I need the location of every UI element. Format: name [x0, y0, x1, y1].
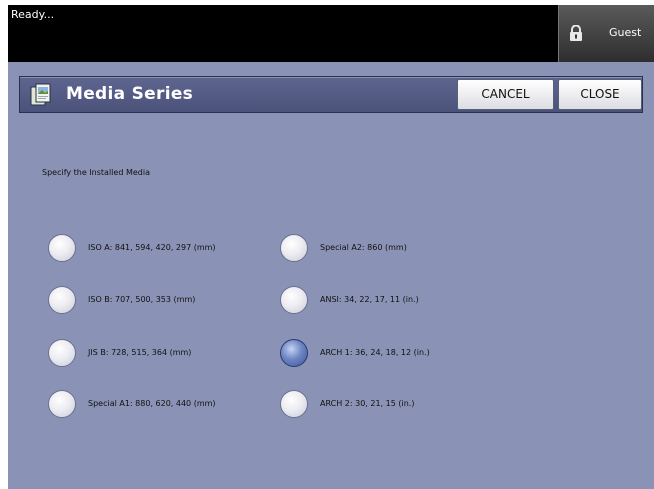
cancel-button[interactable]: CANCEL — [457, 79, 554, 110]
radio-button[interactable] — [48, 286, 76, 314]
radio-button[interactable] — [48, 339, 76, 367]
option-label: ARCH 2: 30, 21, 15 (in.) — [320, 399, 415, 408]
option-label: Special A1: 880, 620, 440 (mm) — [88, 399, 216, 408]
guest-label: Guest — [609, 26, 642, 39]
option-special-a1[interactable]: Special A1: 880, 620, 440 (mm) — [48, 390, 248, 422]
option-label: JIS B: 728, 515, 364 (mm) — [88, 348, 192, 357]
status-text: Ready... — [11, 8, 55, 21]
option-label: ANSI: 34, 22, 17, 11 (in.) — [320, 295, 419, 304]
option-iso-a[interactable]: ISO A: 841, 594, 420, 297 (mm) — [48, 234, 248, 266]
instruction-text: Specify the Installed Media — [42, 168, 150, 177]
option-label: ISO B: 707, 500, 353 (mm) — [88, 295, 196, 304]
option-ansi[interactable]: ANSI: 34, 22, 17, 11 (in.) — [280, 286, 480, 318]
option-arch-2[interactable]: ARCH 2: 30, 21, 15 (in.) — [280, 390, 480, 422]
option-arch-1[interactable]: ARCH 1: 36, 24, 18, 12 (in.) — [280, 339, 480, 371]
lock-icon — [570, 25, 582, 41]
radio-button[interactable] — [48, 390, 76, 418]
radio-button[interactable] — [280, 286, 308, 314]
status-bar: Ready... Guest — [8, 5, 654, 62]
option-label: Special A2: 860 (mm) — [320, 243, 407, 252]
option-special-a2[interactable]: Special A2: 860 (mm) — [280, 234, 480, 266]
media-series-panel: Media Series CANCEL CLOSE Specify the In… — [8, 62, 654, 489]
radio-button[interactable] — [280, 390, 308, 418]
option-label: ARCH 1: 36, 24, 18, 12 (in.) — [320, 348, 430, 357]
guest-button[interactable]: Guest — [558, 5, 654, 62]
option-jis-b[interactable]: JIS B: 728, 515, 364 (mm) — [48, 339, 248, 371]
dialog-title: Media Series — [66, 84, 194, 104]
media-icon — [30, 83, 51, 106]
radio-button[interactable] — [280, 234, 308, 262]
radio-button[interactable] — [48, 234, 76, 262]
option-iso-b[interactable]: ISO B: 707, 500, 353 (mm) — [48, 286, 248, 318]
radio-button-selected[interactable] — [280, 339, 308, 367]
close-button[interactable]: CLOSE — [558, 79, 642, 110]
dialog-header: Media Series CANCEL CLOSE — [19, 76, 643, 113]
option-label: ISO A: 841, 594, 420, 297 (mm) — [88, 243, 216, 252]
